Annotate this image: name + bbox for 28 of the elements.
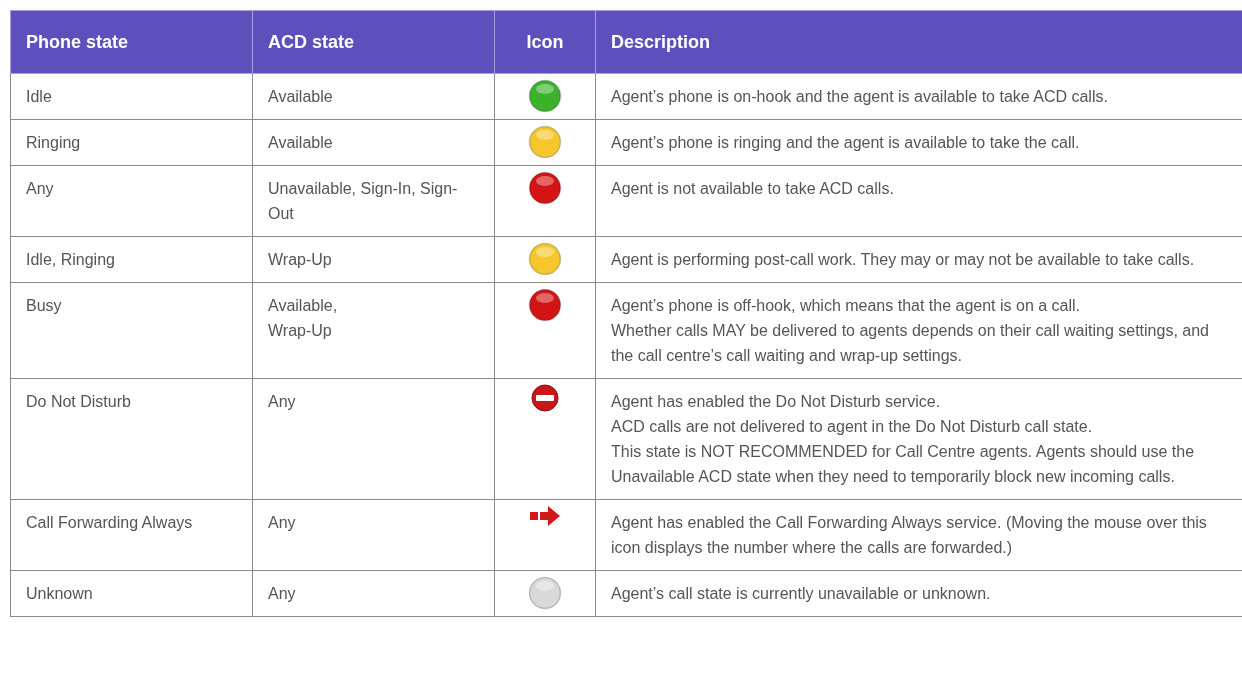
no-entry-icon — [531, 384, 559, 412]
column-header: Description — [595, 10, 1242, 74]
column-header: Phone state — [10, 10, 253, 74]
column-header: Icon — [494, 10, 596, 74]
status-circle-icon — [528, 288, 562, 322]
table-cell: Do Not Disturb — [10, 378, 253, 500]
table-cell: Any — [252, 570, 495, 617]
table-cell: Available — [252, 119, 495, 166]
table-cell: Available — [252, 73, 495, 120]
table-cell: Available, Wrap-Up — [252, 282, 495, 379]
status-circle-icon — [528, 171, 562, 205]
table-cell: Unknown — [10, 570, 253, 617]
status-circle-icon — [528, 79, 562, 113]
table-cell: Unavailable, Sign-In, Sign- Out — [252, 165, 495, 237]
table-cell: Call Forwarding Always — [10, 499, 253, 571]
status-circle-icon — [528, 242, 562, 276]
table-cell: Any — [10, 165, 253, 237]
status-circle-icon — [528, 125, 562, 159]
table-cell: Ringing — [10, 119, 253, 166]
table-cell: Any — [252, 499, 495, 571]
table-cell: Idle — [10, 73, 253, 120]
status-circle-icon — [528, 576, 562, 610]
table-cell: Wrap-Up — [252, 236, 495, 283]
table-cell: Any — [252, 378, 495, 500]
arrow-icon — [528, 505, 562, 527]
table-cell: Busy — [10, 282, 253, 379]
table-cell: Idle, Ringing — [10, 236, 253, 283]
column-header: ACD state — [252, 10, 495, 74]
